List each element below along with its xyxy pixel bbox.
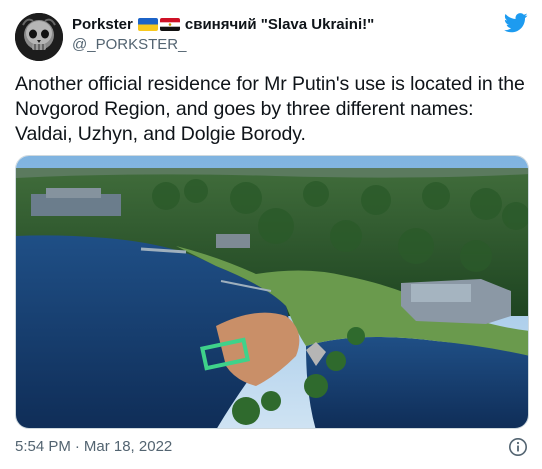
twitter-bird-icon[interactable] bbox=[503, 13, 528, 33]
tweet-time[interactable]: 5:54 PM bbox=[15, 438, 71, 455]
egypt-flag-icon bbox=[159, 17, 180, 31]
tweet-text: Another official residence for Mr Putin'… bbox=[15, 73, 525, 145]
info-icon[interactable] bbox=[508, 437, 528, 457]
author-name-suffix[interactable]: свинячий "Slava Ukraini!" bbox=[185, 16, 374, 33]
tweet-card: Porkster свинячий "Slava Ukraini!" @_POR… bbox=[0, 0, 542, 469]
tweet-timestamp[interactable]: 5:54 PM · Mar 18, 2022 bbox=[15, 438, 172, 455]
ukraine-flag-icon bbox=[137, 17, 158, 31]
author-name-row[interactable]: Porkster свинячий "Slava Ukraini!" bbox=[72, 14, 374, 34]
tweet-date[interactable]: Mar 18, 2022 bbox=[84, 438, 172, 455]
author-handle[interactable]: @_PORKSTER_ bbox=[72, 36, 186, 53]
skull-avatar-icon[interactable] bbox=[15, 13, 63, 61]
tweet-photo[interactable] bbox=[15, 155, 529, 429]
author-display-name[interactable]: Porkster bbox=[72, 16, 133, 33]
timestamp-separator: · bbox=[74, 438, 80, 455]
